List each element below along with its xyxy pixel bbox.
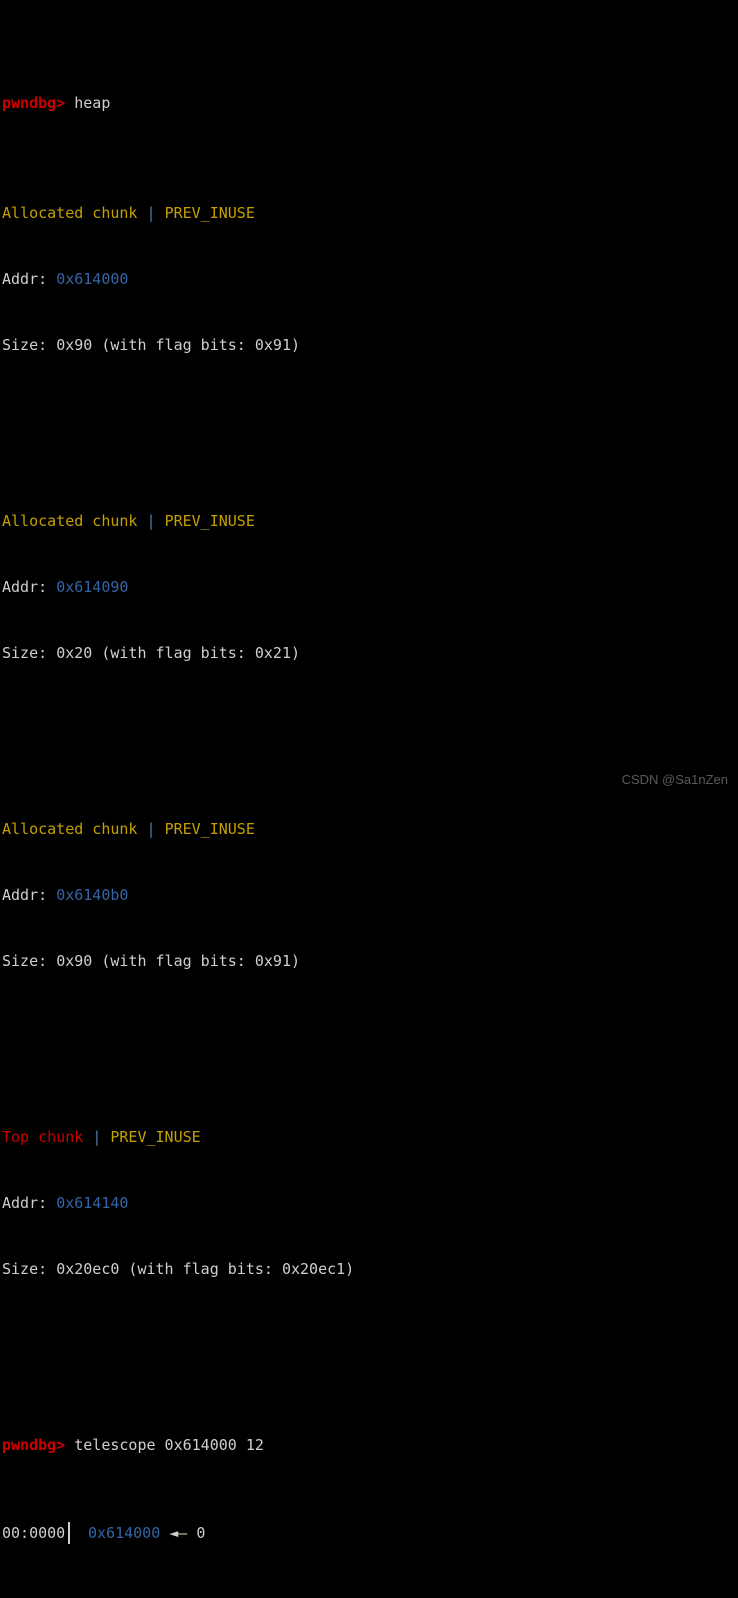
chunk-type: Top chunk — [2, 1128, 84, 1146]
telescope-row: 00:0000 0x614000 ◄— 0 — [2, 1522, 738, 1544]
chunk-type: Allocated chunk — [2, 204, 138, 222]
terminal-window[interactable]: pwndbg> heap Allocated chunk | PREV_INUS… — [0, 0, 738, 1544]
prompt-label: pwndbg> — [2, 1436, 66, 1454]
chunk-size: 0x20ec0 (with flag bits: 0x20ec1) — [56, 1260, 355, 1278]
chunk-type: Allocated chunk — [2, 512, 138, 530]
chunk-flags: PREV_INUSE — [164, 820, 255, 838]
size-label: Size: — [2, 644, 48, 662]
telescope-offset: 00:0000 — [2, 1524, 66, 1542]
chunk-size-line: Size: 0x20ec0 (with flag bits: 0x20ec1) — [2, 1258, 738, 1280]
size-label: Size: — [2, 336, 48, 354]
chunk-addr-line: Addr: 0x6140b0 — [2, 884, 738, 906]
chunk-size: 0x90 (with flag bits: 0x91) — [56, 952, 301, 970]
watermark-text: CSDN @Sa1nZen — [621, 772, 728, 787]
chunk-addr-line: Addr: 0x614140 — [2, 1192, 738, 1214]
chunk-header: Allocated chunk | PREV_INUSE — [2, 510, 738, 532]
chunk-size: 0x90 (with flag bits: 0x91) — [56, 336, 301, 354]
chunk-size-line: Size: 0x90 (with flag bits: 0x91) — [2, 950, 738, 972]
addr-label: Addr: — [2, 886, 48, 904]
chunk-address: 0x614090 — [56, 578, 129, 596]
chunk-addr-line: Addr: 0x614090 — [2, 576, 738, 598]
chunk-separator: | — [146, 512, 156, 530]
command-line-telescope: pwndbg> telescope 0x614000 12 — [2, 1434, 738, 1456]
chunk-addr-line: Addr: 0x614000 — [2, 268, 738, 290]
addr-label: Addr: — [2, 1194, 48, 1212]
chunk-size: 0x20 (with flag bits: 0x21) — [56, 644, 301, 662]
chunk-header: Allocated chunk | PREV_INUSE — [2, 202, 738, 224]
chunk-size-line: Size: 0x20 (with flag bits: 0x21) — [2, 642, 738, 664]
chunk-address: 0x614140 — [56, 1194, 129, 1212]
command-line-heap: pwndbg> heap — [2, 92, 738, 114]
chunk-separator: | — [146, 820, 156, 838]
chunk-type: Allocated chunk — [2, 820, 138, 838]
size-label: Size: — [2, 1260, 48, 1278]
addr-label: Addr: — [2, 270, 48, 288]
chunk-header-top: Top chunk | PREV_INUSE — [2, 1126, 738, 1148]
chunk-size-line: Size: 0x90 (with flag bits: 0x91) — [2, 334, 738, 356]
left-arrow-icon: ◄— — [169, 1524, 188, 1542]
prompt-label: pwndbg> — [2, 94, 66, 112]
chunk-address: 0x6140b0 — [56, 886, 129, 904]
chunk-flags: PREV_INUSE — [164, 512, 255, 530]
chunk-address: 0x614000 — [56, 270, 129, 288]
command-text-heap: heap — [74, 94, 111, 112]
chunk-flags: PREV_INUSE — [110, 1128, 201, 1146]
addr-label: Addr: — [2, 578, 48, 596]
telescope-address: 0x614000 — [88, 1524, 161, 1542]
chunk-flags: PREV_INUSE — [164, 204, 255, 222]
size-label: Size: — [2, 952, 48, 970]
command-text-telescope: telescope 0x614000 12 — [74, 1436, 264, 1454]
chunk-separator: | — [92, 1128, 102, 1146]
chunk-separator: | — [146, 204, 156, 222]
telescope-value: 0 — [196, 1524, 206, 1542]
chunk-header: Allocated chunk | PREV_INUSE — [2, 818, 738, 840]
